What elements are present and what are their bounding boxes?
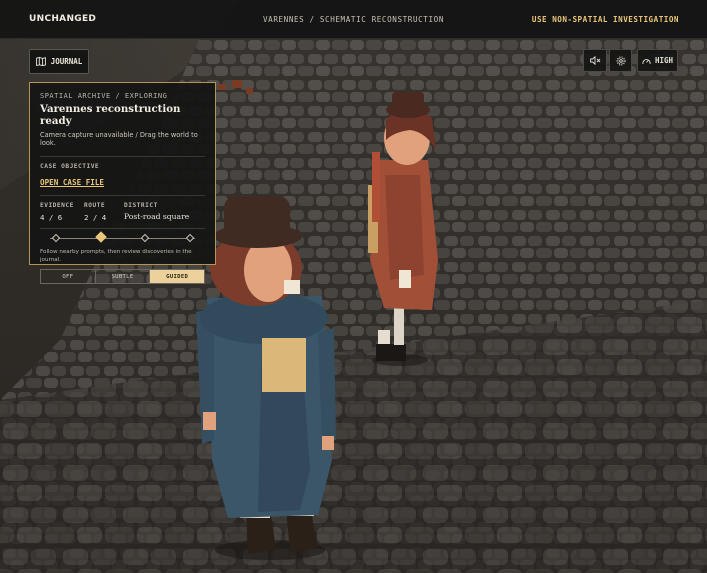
guidance-option-off[interactable]: OFF <box>41 270 96 284</box>
route-node <box>51 233 61 242</box>
panel-subtitle: Camera capture unavailable / Drag the wo… <box>40 131 198 147</box>
stat-evidence: EVIDENCE 4 / 6 <box>40 202 84 222</box>
divider <box>40 228 205 229</box>
journal-label: JOURNAL <box>50 57 83 66</box>
route-value: 2 / 4 <box>84 213 107 222</box>
map-book-icon <box>35 57 46 66</box>
stat-district: DISTRICT Post-road square <box>124 202 189 222</box>
divider <box>40 195 205 196</box>
gear-icon <box>615 55 626 66</box>
quality-toggle-button[interactable]: HIGH <box>637 49 678 72</box>
district-value: Post-road square <box>124 212 190 221</box>
open-case-file-link[interactable]: OPEN CASE FILE <box>40 178 104 187</box>
non-spatial-mode-link[interactable]: USE NON-SPATIAL INVESTIGATION <box>532 15 679 24</box>
route-node <box>141 233 150 242</box>
route-progress-track <box>40 231 205 244</box>
divider <box>40 156 205 157</box>
stat-route: ROUTE 2 / 4 <box>84 202 124 222</box>
route-label: ROUTE <box>84 202 106 209</box>
quality-label: HIGH <box>654 56 674 65</box>
route-node <box>185 233 195 242</box>
journal-button[interactable]: JOURNAL <box>29 49 89 74</box>
breadcrumb-text: VARENNES / SCHEMATIC RECONSTRUCTION <box>262 14 444 24</box>
objective-label: CASE OBJECTIVE <box>40 163 100 170</box>
route-node <box>94 231 107 243</box>
guidance-option-guided[interactable]: GUIDED <box>150 270 205 284</box>
track-line <box>50 238 195 239</box>
gauge-icon <box>642 58 651 64</box>
guidance-hint: Follow nearby prompts, then review disco… <box>40 249 192 263</box>
district-label: DISTRICT <box>124 202 158 209</box>
speaker-muted-icon <box>589 56 600 65</box>
evidence-label: EVIDENCE <box>40 202 74 209</box>
brand-logo[interactable]: UNCHANGED <box>29 14 96 24</box>
panel-kicker: SPATIAL ARCHIVE / EXPLORING <box>40 92 168 100</box>
guidance-option-subtle[interactable]: SUBTLE <box>96 270 151 284</box>
mute-button[interactable] <box>583 49 607 72</box>
archive-status-panel: SPATIAL ARCHIVE / EXPLORING Varennes rec… <box>29 82 216 285</box>
evidence-value: 4 / 6 <box>40 213 63 222</box>
panel-title: Varennes reconstruction ready <box>40 103 181 127</box>
guidance-mode-selector: OFF SUBTLE GUIDED <box>40 269 205 285</box>
stats-row: EVIDENCE 4 / 6 ROUTE 2 / 4 DISTRICT Post… <box>40 202 205 222</box>
top-bar: UNCHANGED VARENNES / SCHEMATIC RECONSTRU… <box>0 0 707 39</box>
settings-button[interactable] <box>609 49 632 72</box>
